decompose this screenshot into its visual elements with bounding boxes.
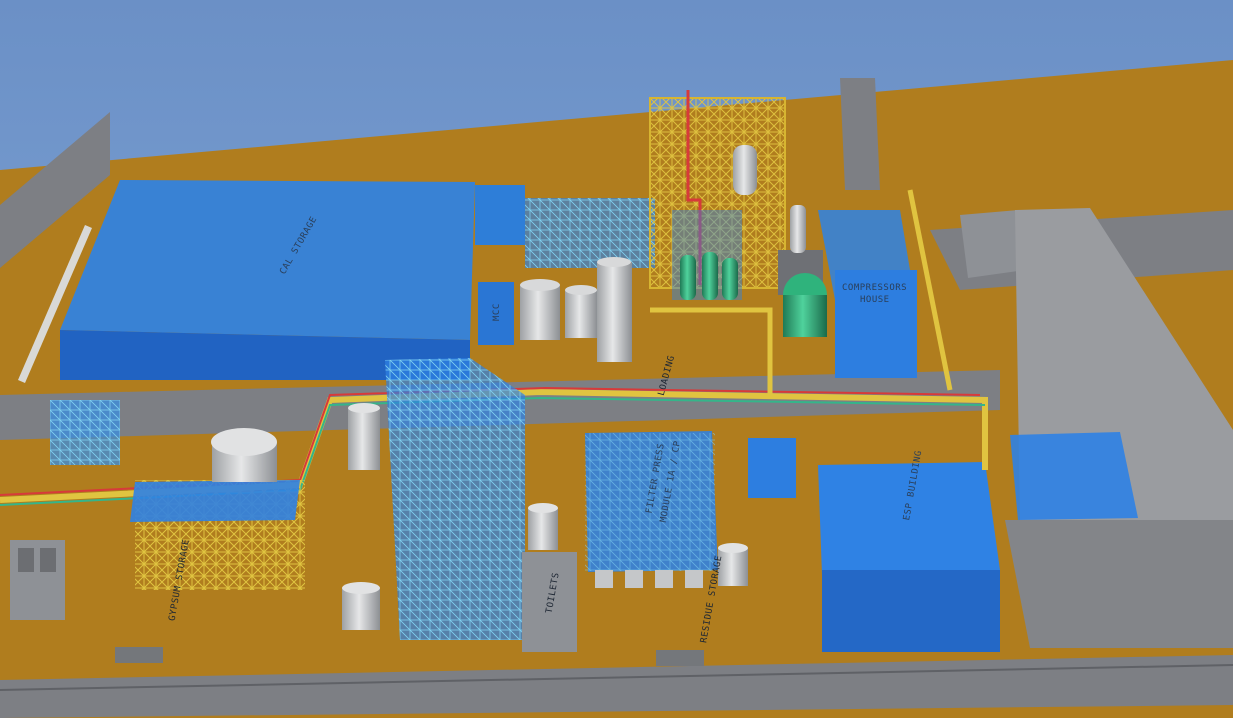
left-grey-skid-inner-1 bbox=[18, 548, 34, 572]
tank-small-2-top bbox=[342, 582, 380, 594]
truck-2 bbox=[656, 650, 704, 666]
compressors-label-2: HOUSE bbox=[860, 295, 890, 305]
plant-3d-render: CAL STORAGE MCC COMPRESSORS HOUSE ESP BU… bbox=[0, 0, 1233, 718]
filter-press-skid-4 bbox=[685, 570, 703, 588]
tank-3-top bbox=[597, 257, 631, 267]
vertical-tank bbox=[348, 408, 380, 470]
truck-1 bbox=[115, 647, 163, 663]
vertical-tank-top bbox=[348, 403, 380, 413]
green-vessel-3 bbox=[722, 258, 738, 300]
left-grey-skid-inner-2 bbox=[40, 548, 56, 572]
grey-building-long-front bbox=[1005, 520, 1233, 648]
upper-lattice-overlay bbox=[525, 198, 655, 268]
kp-storage-block bbox=[475, 185, 525, 245]
tank-2-top bbox=[565, 285, 597, 295]
left-blue-cube-lattice bbox=[50, 400, 120, 465]
mcc-block-right bbox=[748, 438, 796, 498]
left-blue-canopy bbox=[130, 480, 300, 522]
tank-1-top bbox=[520, 279, 560, 291]
filter-press-skid-1 bbox=[595, 570, 613, 588]
tank-small-1-top bbox=[528, 503, 558, 513]
green-vessel-2 bbox=[702, 252, 718, 300]
tank-3 bbox=[597, 262, 632, 362]
tank-small-3-top bbox=[718, 543, 748, 553]
mcc-left-label: MCC bbox=[492, 303, 502, 321]
tank-2 bbox=[565, 290, 597, 338]
road-top bbox=[840, 78, 880, 190]
filter-press-skid-3 bbox=[655, 570, 673, 588]
tank-1 bbox=[520, 285, 560, 340]
esp-building-front bbox=[822, 570, 1000, 652]
tank-small-2 bbox=[342, 588, 380, 630]
right-blue-module bbox=[1010, 432, 1138, 520]
green-vessel-1 bbox=[680, 255, 696, 300]
tank-small-1 bbox=[528, 508, 558, 550]
white-column bbox=[790, 205, 806, 253]
green-tank-body bbox=[783, 295, 827, 337]
big-tank-left-top bbox=[211, 428, 277, 456]
filter-press-skid-2 bbox=[625, 570, 643, 588]
central-blue-tower-lattice bbox=[385, 358, 525, 640]
cal-storage-roof bbox=[60, 180, 475, 340]
tower-white-vessel bbox=[733, 145, 757, 195]
compressors-label-1: COMPRESSORS bbox=[842, 283, 907, 293]
